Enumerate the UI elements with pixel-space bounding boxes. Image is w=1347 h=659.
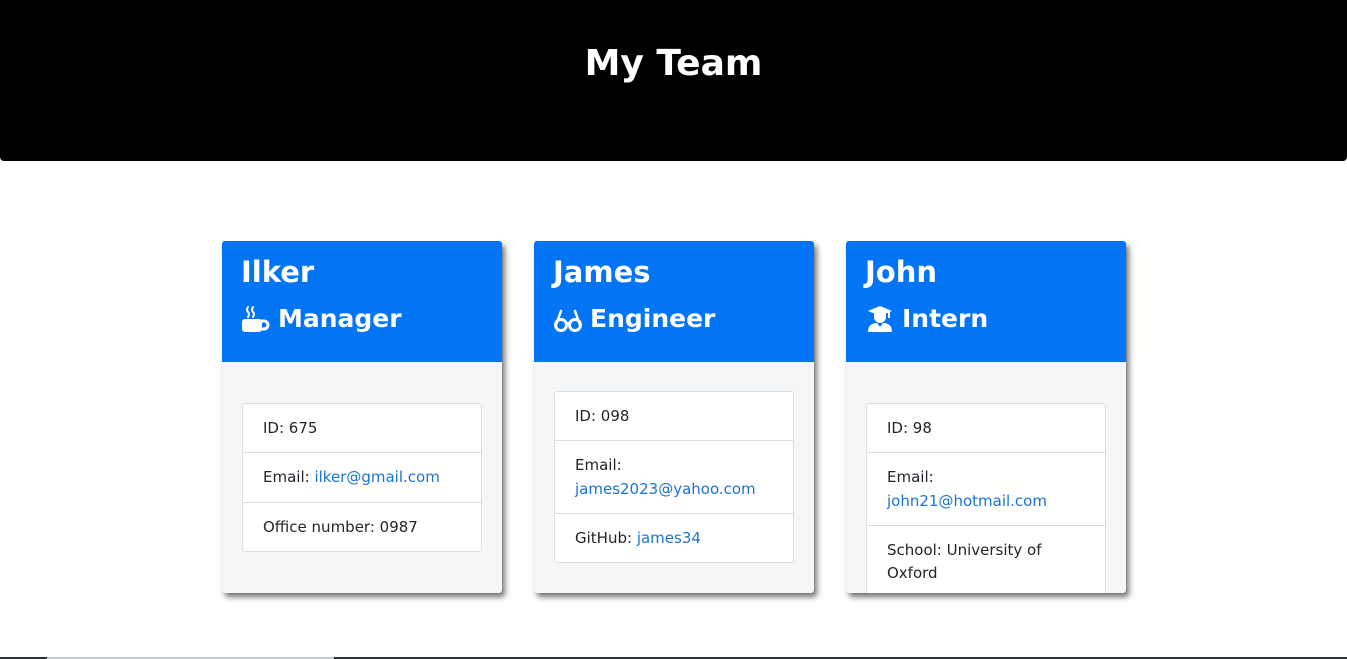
- id-row: ID: 98: [867, 404, 1105, 452]
- employee-role: Engineer: [553, 305, 715, 333]
- email-link[interactable]: james2023@yahoo.com: [575, 480, 756, 498]
- email-row: Email: ilker@gmail.com: [243, 452, 481, 501]
- role-label: Intern: [902, 304, 989, 334]
- coffee-mug-icon: [241, 305, 271, 333]
- school-label: School:: [887, 540, 947, 559]
- employee-name: Ilker: [241, 255, 315, 289]
- id-label: ID:: [887, 419, 913, 437]
- employee-role: Intern: [865, 305, 988, 333]
- role-label: Manager: [278, 304, 402, 334]
- employee-details: ID: 675 Email: ilker@gmail.com Office nu…: [242, 403, 482, 552]
- email-label: Email:: [575, 456, 622, 475]
- employee-details: ID: 98 Email: john21@hotmail.com School:…: [866, 403, 1106, 593]
- role-label: Engineer: [590, 304, 716, 334]
- card-header: James Engineer: [534, 241, 814, 362]
- github-row: GitHub: james34: [555, 512, 793, 562]
- office-number-value: 0987: [379, 517, 418, 536]
- employee-name: James: [553, 255, 651, 289]
- school-row: School: University of Oxford: [867, 524, 1105, 593]
- glasses-icon: [553, 305, 583, 333]
- page-header: My Team: [0, 0, 1347, 161]
- employee-card-intern: John Intern ID: 98 Email: john21@hotmail…: [846, 241, 1126, 593]
- id-label: ID:: [575, 407, 601, 425]
- email-label: Email:: [263, 468, 315, 487]
- id-value: 098: [600, 407, 630, 425]
- id-value: 98: [912, 419, 932, 437]
- email-label: Email:: [887, 468, 934, 487]
- employee-name: John: [865, 255, 938, 289]
- employee-role: Manager: [241, 305, 402, 333]
- card-header: John Intern: [846, 241, 1126, 362]
- employee-card-engineer: James Engineer ID: 098 Email: james2023@…: [534, 241, 814, 593]
- email-link[interactable]: john21@hotmail.com: [887, 492, 1047, 510]
- id-label: ID:: [263, 419, 289, 437]
- card-header: Ilker Manager: [222, 241, 502, 362]
- id-value: 675: [288, 419, 318, 437]
- office-number-row: Office number: 0987: [243, 501, 481, 551]
- office-number-label: Office number:: [263, 517, 380, 536]
- github-link[interactable]: james34: [637, 529, 701, 547]
- page-title: My Team: [584, 43, 763, 84]
- email-link[interactable]: ilker@gmail.com: [314, 468, 439, 486]
- id-row: ID: 098: [555, 392, 793, 440]
- email-row: Email: james2023@yahoo.com: [555, 440, 793, 513]
- email-row: Email: john21@hotmail.com: [867, 452, 1105, 525]
- employee-card-manager: Ilker Manager ID: 675 Email: ilker@gmail…: [222, 241, 502, 593]
- github-label: GitHub:: [575, 528, 637, 547]
- id-row: ID: 675: [243, 404, 481, 452]
- graduate-icon: [865, 305, 895, 333]
- employee-details: ID: 098 Email: james2023@yahoo.com GitHu…: [554, 391, 794, 563]
